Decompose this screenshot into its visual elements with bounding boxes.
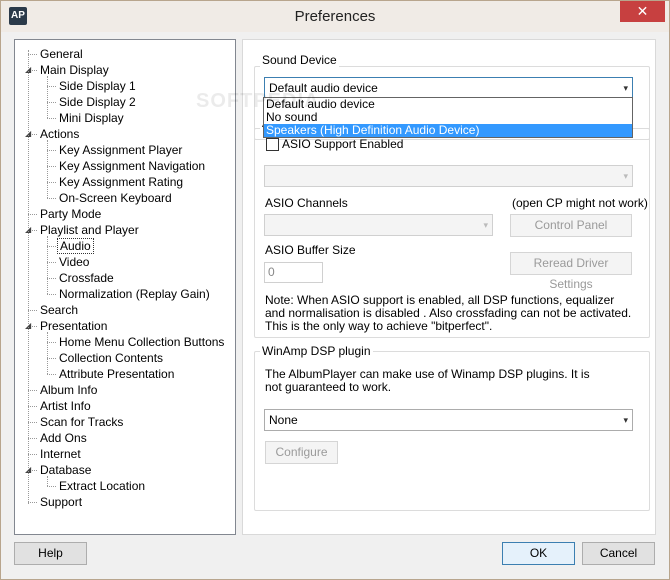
tree-connector xyxy=(28,214,37,215)
tree-item[interactable]: Internet xyxy=(38,446,83,462)
tree-guide xyxy=(47,76,48,118)
tree-connector xyxy=(47,86,56,87)
asio-enabled-label: ASIO Support Enabled xyxy=(282,137,404,151)
tree-connector xyxy=(47,278,56,279)
tree-item[interactable]: Search xyxy=(38,302,80,318)
preferences-window: AP Preferences ✕ General ◢ Main Display Sid… xyxy=(0,0,670,580)
window-title: Preferences xyxy=(294,8,376,25)
cancel-button[interactable]: Cancel xyxy=(582,542,655,565)
configure-button[interactable]: Configure xyxy=(265,441,338,464)
tree-guide xyxy=(28,50,29,504)
tree-item[interactable]: Main Display xyxy=(38,62,111,78)
tree-connector xyxy=(28,502,37,503)
tree-guide xyxy=(47,476,48,486)
preferences-tree[interactable]: General ◢ Main Display Side Display 1 Side D… xyxy=(14,39,236,535)
tree-item[interactable]: Key Assignment Player xyxy=(57,142,184,158)
tree-connector xyxy=(47,102,56,103)
expand-arrow-icon[interactable]: ◢ xyxy=(25,62,35,78)
asio-driver-select[interactable]: ▾ xyxy=(264,165,633,187)
tree-connector xyxy=(47,118,56,119)
tree-item[interactable]: Artist Info xyxy=(38,398,93,414)
dsp-plugin-value: None xyxy=(269,413,298,427)
tree-connector xyxy=(47,374,56,375)
tree-connector xyxy=(28,454,37,455)
tree-connector xyxy=(47,246,56,247)
tree-connector xyxy=(28,390,37,391)
tree-item[interactable]: Video xyxy=(57,254,91,270)
tree-item[interactable]: Collection Contents xyxy=(57,350,165,366)
control-panel-hint: (open CP might not work) xyxy=(512,196,648,210)
tree-connector xyxy=(47,342,56,343)
tree-connector xyxy=(47,182,56,183)
tree-item[interactable]: Add Ons xyxy=(38,430,89,446)
ok-button[interactable]: OK xyxy=(502,542,575,565)
expand-arrow-icon[interactable]: ◢ xyxy=(25,126,35,142)
tree-item[interactable]: General xyxy=(38,46,85,62)
tree-item[interactable]: Attribute Presentation xyxy=(57,366,176,382)
asio-buffer-input[interactable]: 0 xyxy=(264,262,323,283)
dsp-plugin-select[interactable]: None ▾ xyxy=(264,409,633,431)
tree-connector xyxy=(28,406,37,407)
asio-enabled-checkbox[interactable] xyxy=(266,138,279,151)
tree-item[interactable]: Audio xyxy=(57,238,94,254)
tree-item[interactable]: Key Assignment Navigation xyxy=(57,158,207,174)
tree-connector xyxy=(47,486,56,487)
sound-device-option[interactable]: Speakers (High Definition Audio Device) xyxy=(264,124,632,137)
tree-item[interactable]: Side Display 1 xyxy=(57,78,138,94)
tree-guide xyxy=(47,332,48,374)
tree-connector xyxy=(47,262,56,263)
chevron-down-icon: ▾ xyxy=(623,415,628,425)
dsp-description: The AlbumPlayer can make use of Winamp D… xyxy=(265,367,590,394)
asio-buffer-label: ASIO Buffer Size xyxy=(265,243,356,257)
sound-device-label: Sound Device xyxy=(260,53,339,67)
tree-connector xyxy=(47,166,56,167)
tree-connector xyxy=(47,150,56,151)
watermark: SOFTPEDIA xyxy=(196,90,320,112)
expand-arrow-icon[interactable]: ◢ xyxy=(25,462,35,478)
reread-driver-settings-button[interactable]: Reread Driver Settings xyxy=(510,252,632,291)
tree-item[interactable]: Side Display 2 xyxy=(57,94,138,110)
asio-channels-label: ASIO Channels xyxy=(265,196,348,210)
expand-arrow-icon[interactable]: ◢ xyxy=(25,318,35,334)
tree-item[interactable]: Playlist and Player xyxy=(38,222,141,238)
tree-connector xyxy=(47,358,56,359)
tree-item[interactable]: Party Mode xyxy=(38,206,103,222)
dsp-group-label: WinAmp DSP plugin xyxy=(260,344,373,358)
tree-connector xyxy=(28,422,37,423)
tree-item[interactable]: Home Menu Collection Buttons xyxy=(57,334,226,350)
title-bar: AP Preferences ✕ xyxy=(1,1,669,32)
tree-item[interactable]: Extract Location xyxy=(57,478,147,494)
close-button[interactable]: ✕ xyxy=(620,1,665,22)
help-button[interactable]: Help xyxy=(14,542,87,565)
asio-note: Note: When ASIO support is enabled, all … xyxy=(265,293,632,333)
tree-item[interactable]: Key Assignment Rating xyxy=(57,174,185,190)
tree-item[interactable]: Scan for Tracks xyxy=(38,414,125,430)
chevron-down-icon: ▾ xyxy=(623,171,628,181)
expand-arrow-icon[interactable]: ◢ xyxy=(25,222,35,238)
tree-item[interactable]: On-Screen Keyboard xyxy=(57,190,174,206)
tree-item[interactable]: Mini Display xyxy=(57,110,126,126)
control-panel-button[interactable]: Control Panel xyxy=(510,214,632,237)
tree-connector xyxy=(28,310,37,311)
tree-guide xyxy=(47,236,48,294)
tree-item[interactable]: Album Info xyxy=(38,382,99,398)
tree-item[interactable]: Crossfade xyxy=(57,270,116,286)
tree-item[interactable]: Presentation xyxy=(38,318,109,334)
asio-channels-select[interactable]: ▾ xyxy=(264,214,493,236)
chevron-down-icon: ▾ xyxy=(623,83,628,93)
tree-connector xyxy=(47,294,56,295)
tree-item[interactable]: Actions xyxy=(38,126,81,142)
tree-connector xyxy=(28,438,37,439)
tree-connector xyxy=(47,198,56,199)
tree-connector xyxy=(28,54,37,55)
tree-guide xyxy=(47,140,48,198)
chevron-down-icon: ▾ xyxy=(483,220,488,230)
tree-item[interactable]: Support xyxy=(38,494,84,510)
tree-item[interactable]: Normalization (Replay Gain) xyxy=(57,286,212,302)
